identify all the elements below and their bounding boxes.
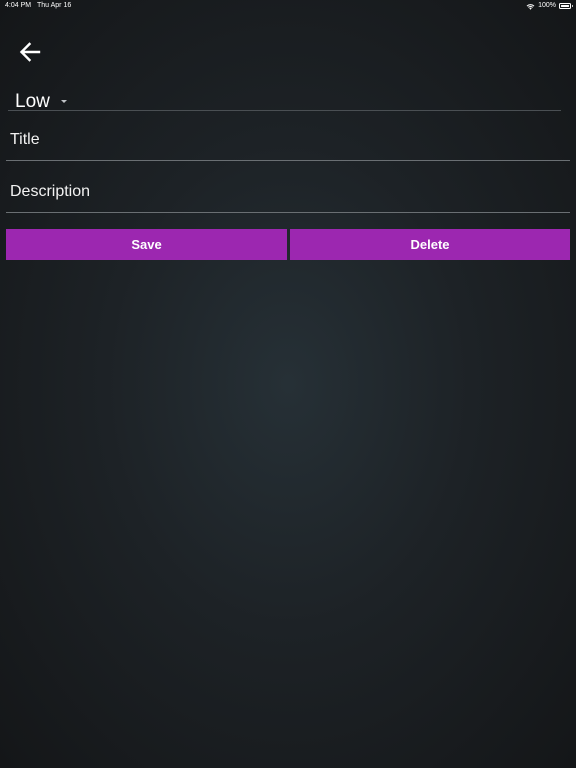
caret-down-icon <box>61 100 67 103</box>
status-date: Thu Apr 16 <box>37 2 72 9</box>
priority-value: Low <box>15 91 50 112</box>
back-button[interactable] <box>14 38 46 66</box>
status-indicators: 100% <box>526 0 573 12</box>
status-bar: 4:04 PM Thu Apr 16 100% <box>0 0 576 12</box>
priority-dropdown[interactable]: Low <box>8 88 561 112</box>
arrow-left-icon <box>19 42 41 62</box>
battery-icon <box>559 3 573 9</box>
wifi-icon <box>526 3 535 10</box>
description-input[interactable] <box>6 171 570 212</box>
delete-button[interactable]: Delete <box>290 229 570 260</box>
battery-fill <box>561 5 569 7</box>
title-field <box>6 119 570 161</box>
title-input[interactable] <box>6 119 570 160</box>
status-time: 4:04 PM <box>5 2 32 9</box>
save-button[interactable]: Save <box>6 229 287 260</box>
battery-percentage: 100% <box>538 2 556 9</box>
description-field <box>6 171 570 213</box>
